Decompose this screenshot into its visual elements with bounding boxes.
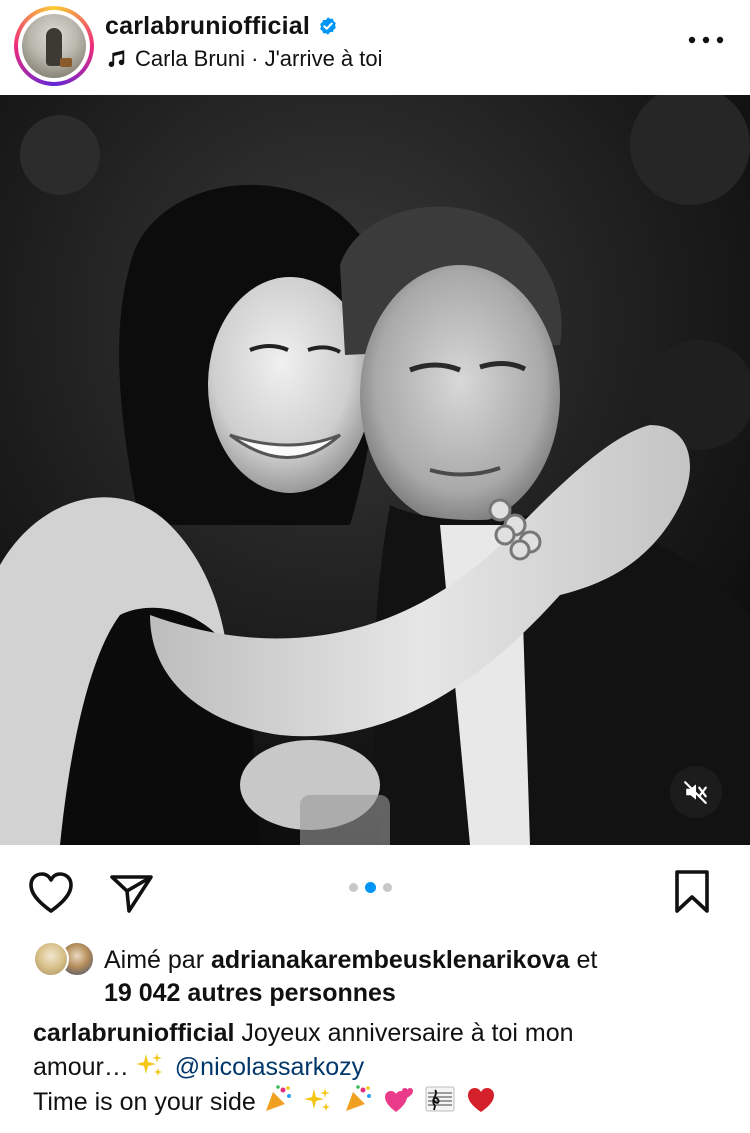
mute-toggle-button[interactable] — [670, 766, 722, 818]
audio-track-link[interactable]: Carla Bruni · J'arrive à toi — [105, 45, 383, 73]
mention-link[interactable]: @nicolassarkozy — [175, 1053, 364, 1081]
username-link[interactable]: carlabruniofficial — [105, 12, 310, 41]
post-media[interactable] — [0, 95, 750, 845]
carousel-dot — [349, 883, 358, 892]
liked-by-connector: et — [576, 946, 598, 974]
liker-avatar — [33, 941, 69, 977]
sparkles-emoji-icon — [135, 1053, 162, 1076]
carousel-dot-active — [365, 882, 376, 893]
post-caption: carlabruniofficial Joyeux anniversaire à… — [33, 1016, 723, 1119]
audio-track-label: Carla Bruni · J'arrive à toi — [135, 46, 383, 71]
two-hearts-emoji-icon — [384, 1088, 413, 1112]
liked-by-user-link[interactable]: adrianakarembeusklenarikova — [211, 946, 570, 974]
profile-avatar[interactable] — [14, 6, 94, 86]
party-popper-emoji-icon — [345, 1085, 371, 1111]
likers-avatars[interactable] — [33, 941, 97, 977]
post-header: carlabruniofficial Carla Bruni · J'arriv… — [0, 0, 750, 95]
sparkles-emoji-icon — [303, 1088, 330, 1111]
red-heart-emoji-icon — [467, 1088, 494, 1112]
heart-outline-icon[interactable] — [27, 871, 75, 915]
send-icon[interactable] — [107, 871, 155, 915]
post-actions-bar — [0, 845, 750, 940]
caption-text: Joyeux anniversaire à toi mon — [241, 1019, 574, 1047]
caption-username-link[interactable]: carlabruniofficial — [33, 1019, 234, 1047]
more-horizontal-icon[interactable] — [686, 30, 726, 50]
carousel-indicator — [349, 882, 392, 893]
musical-score-emoji-icon — [425, 1086, 455, 1112]
party-popper-emoji-icon — [265, 1085, 291, 1111]
liked-by-prefix: Aimé par — [104, 946, 205, 974]
caption-text: Time is on your side — [33, 1088, 256, 1116]
bookmark-outline-icon[interactable] — [672, 869, 712, 915]
speaker-muted-icon — [684, 781, 707, 804]
music-note-icon — [108, 50, 125, 68]
likes-count-link[interactable]: 19 042 autres personnes — [104, 977, 396, 1009]
carousel-dot — [383, 883, 392, 892]
caption-text: amour… — [33, 1053, 129, 1081]
verified-badge-icon — [320, 17, 336, 35]
post-photo — [0, 95, 750, 845]
